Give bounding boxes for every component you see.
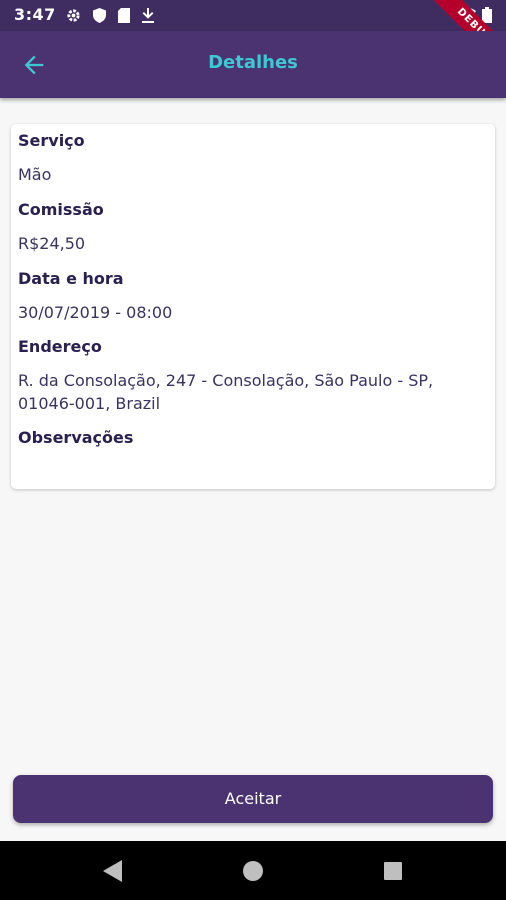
system-nav-bar [0, 841, 506, 900]
recents-square-icon[interactable] [384, 862, 402, 880]
data-hora-label: Data e hora [18, 269, 124, 288]
accept-button[interactable]: Aceitar [13, 775, 493, 823]
sd-card-icon [118, 8, 130, 27]
servico-value: Mão [18, 165, 52, 184]
observacoes-label: Observações [18, 428, 134, 447]
status-time: 3:47 [14, 5, 56, 24]
details-card: Serviço Mão Comissão R$24,50 Data e hora… [11, 124, 495, 489]
app-bar: Detalhes [0, 31, 506, 98]
status-bar: 3:47 DEBUG [0, 0, 506, 83]
shield-icon [93, 8, 106, 27]
servico-label: Serviço [18, 131, 85, 150]
gear-icon [66, 8, 81, 27]
endereco-value: R. da Consolação, 247 - Consolação, São … [18, 371, 434, 413]
status-icons-left [66, 8, 154, 27]
page-title: Detalhes [208, 52, 298, 73]
home-circle-icon[interactable] [243, 861, 263, 881]
endereco-label: Endereço [18, 337, 102, 356]
download-icon [142, 8, 154, 27]
comissao-value: R$24,50 [18, 234, 86, 253]
back-triangle-icon[interactable] [103, 860, 123, 886]
data-hora-value: 30/07/2019 - 08:00 [18, 303, 173, 322]
comissao-label: Comissão [18, 200, 104, 219]
